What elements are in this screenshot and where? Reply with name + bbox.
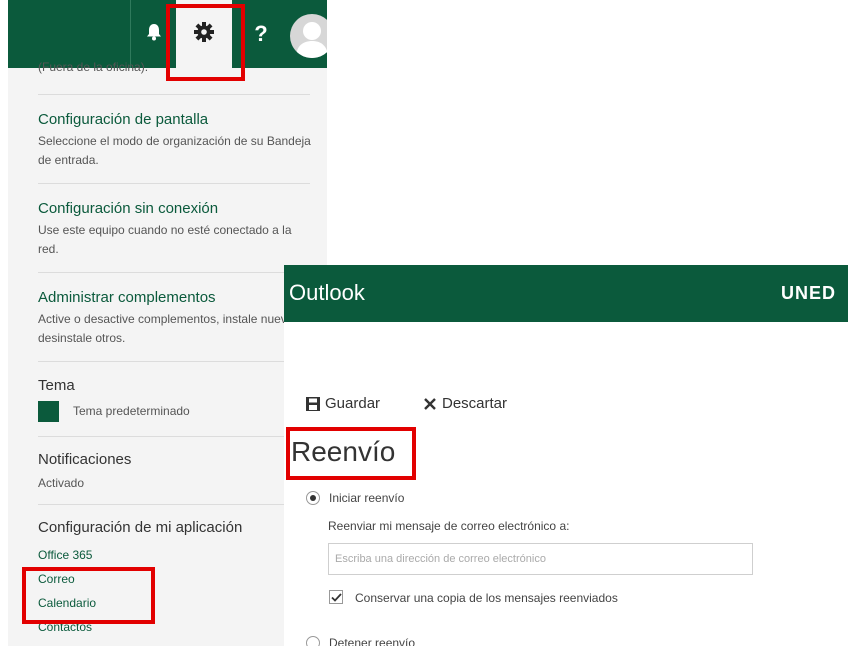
manage-addins-item[interactable]: Administrar complementos Active o desact… [38,288,314,348]
app-settings-title: Configuración de mi aplicación [38,519,243,536]
offline-settings-title: Configuración sin conexión [38,200,219,217]
notifications-title: Notificaciones [38,451,132,468]
keep-copy-checkbox[interactable] [329,590,343,604]
settings-panel: ? (Fuera de la oficina). Configuración d… [8,0,327,646]
stop-forwarding-radio[interactable] [306,636,320,646]
app-title: Outlook [289,280,365,305]
offline-settings-item[interactable]: Configuración sin conexión Use este equi… [38,199,314,259]
divider [38,94,310,95]
checkmark-icon [330,592,342,602]
offline-settings-desc: Use este equipo cuando no esté conectado… [38,223,292,256]
manage-addins-title: Administrar complementos [38,289,216,306]
outlook-header: Outlook UNED [284,265,848,322]
help-icon: ? [254,21,268,46]
theme-value[interactable]: Tema predeterminado [73,402,190,421]
notifications-value[interactable]: Activado [38,474,84,493]
save-icon [306,396,320,411]
divider [38,183,310,184]
highlight-settings-button [166,4,245,81]
save-button[interactable]: Guardar [306,395,380,412]
office365-link[interactable]: Office 365 [38,548,92,562]
stop-forwarding-label[interactable]: Detener reenvío [329,636,415,646]
save-label: Guardar [325,395,381,412]
bell-icon [146,23,162,46]
display-settings-title: Configuración de pantalla [38,111,209,128]
divider [38,272,310,273]
highlight-reenvio-title [286,427,416,480]
brand-logo: UNED [780,283,836,303]
out-of-office-text: (Fuera de la oficina). [38,60,149,74]
highlight-mail-calendar-links [22,567,155,624]
theme-color-swatch[interactable] [38,401,59,422]
forward-to-label: Reenviar mi mensaje de correo electrónic… [328,519,570,533]
start-forwarding-label[interactable]: Iniciar reenvío [329,491,404,505]
close-icon [424,397,436,410]
discard-label: Descartar [442,395,508,412]
start-forwarding-radio[interactable] [306,491,320,505]
manage-addins-desc: Active o desactive complementos, instale… [38,312,310,345]
display-settings-desc: Seleccione el modo de organización de su… [38,134,311,167]
discard-button[interactable]: Descartar [424,395,507,412]
display-settings-item[interactable]: Configuración de pantalla Seleccione el … [38,110,314,170]
user-avatar[interactable] [290,14,327,58]
keep-copy-label[interactable]: Conservar una copia de los mensajes reen… [355,591,618,605]
divider [38,361,310,362]
theme-title: Tema [38,377,75,394]
email-input[interactable] [328,543,753,575]
divider [38,436,310,437]
divider [38,504,310,505]
